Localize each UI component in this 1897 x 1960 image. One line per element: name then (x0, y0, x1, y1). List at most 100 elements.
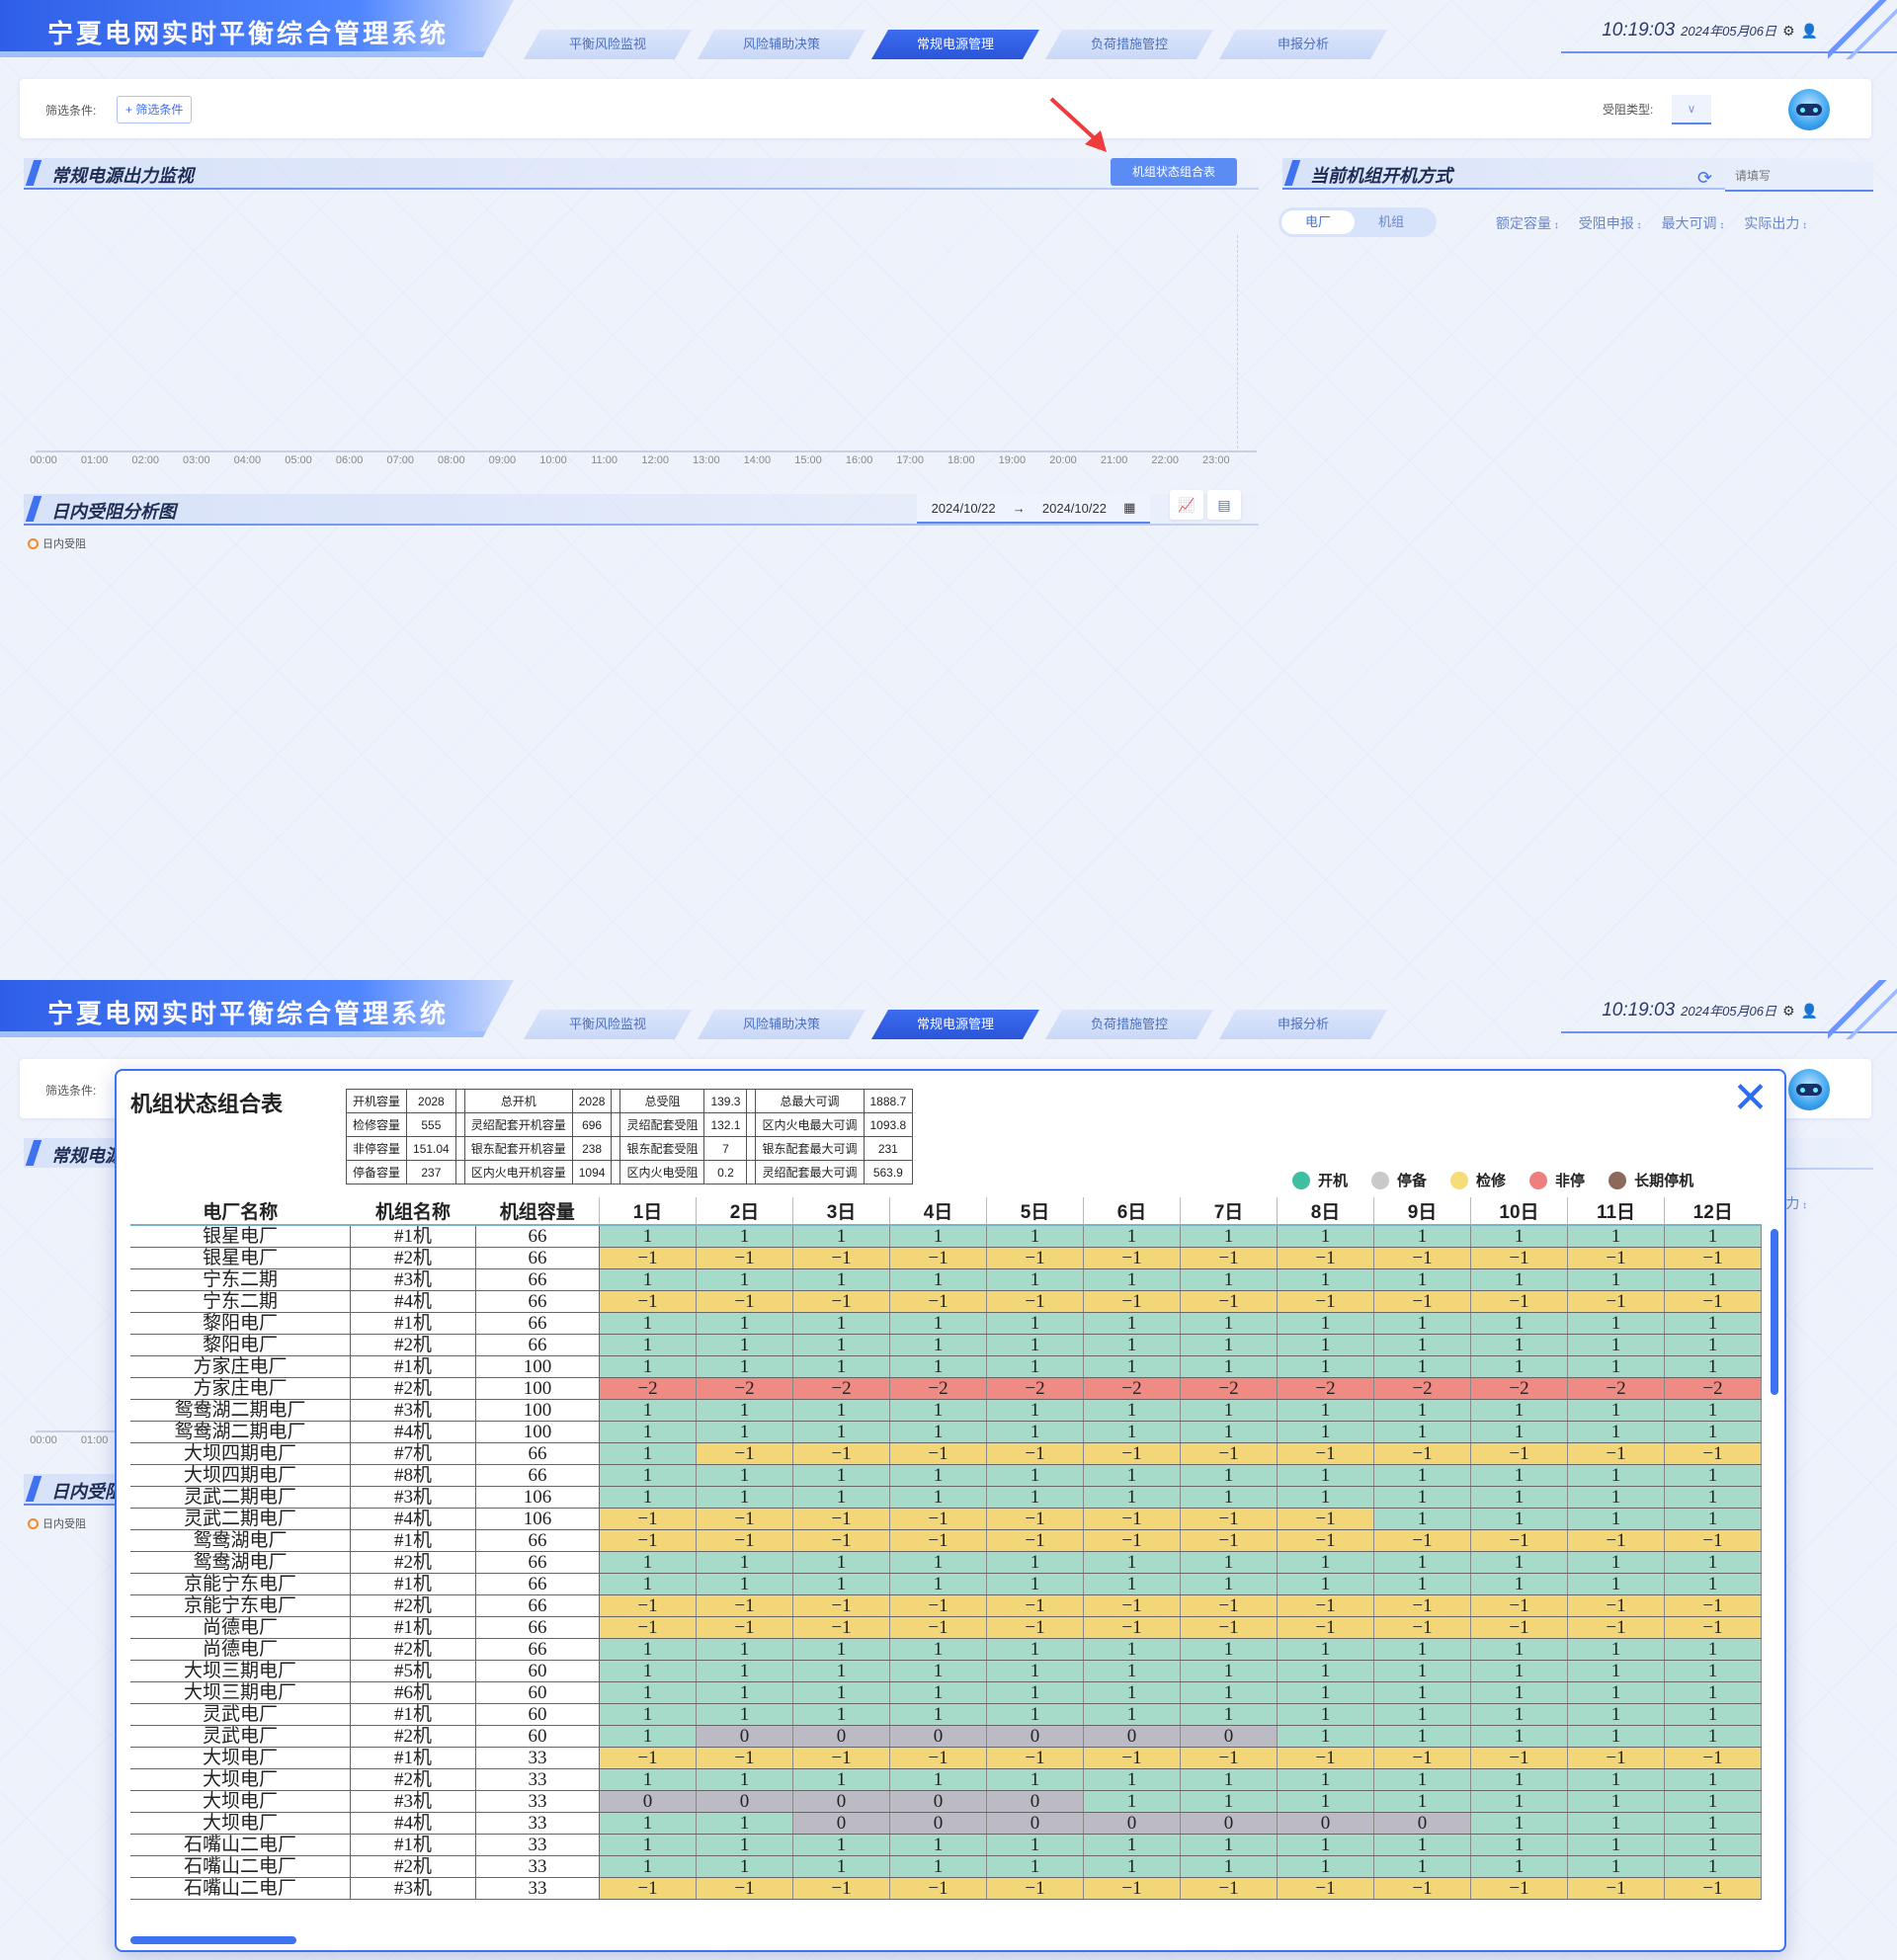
status-cell[interactable]: −1 (792, 1247, 890, 1269)
table-row[interactable]: 大坝四期电厂 #7机 66 1 −1 −1 −1 −1 −1 −1 −1 −1 −1 −1 −1 (130, 1442, 1762, 1465)
status-cell[interactable]: 1 (889, 1421, 987, 1443)
status-cell[interactable]: 1 (1373, 1334, 1471, 1356)
status-cell[interactable]: 1 (1373, 1660, 1471, 1682)
status-cell[interactable]: 1 (1083, 1573, 1181, 1595)
status-cell[interactable]: 1 (1470, 1355, 1568, 1378)
status-cell[interactable]: 1 (1470, 1225, 1568, 1248)
status-cell[interactable]: 1 (1567, 1660, 1665, 1682)
status-cell[interactable]: −1 (889, 1290, 987, 1313)
status-cell[interactable]: 1 (1567, 1508, 1665, 1530)
status-cell[interactable]: 1 (1180, 1573, 1278, 1595)
status-cell[interactable]: 1 (1083, 1638, 1181, 1661)
status-cell[interactable]: −1 (696, 1290, 793, 1313)
status-cell[interactable]: −2 (1470, 1377, 1568, 1400)
status-cell[interactable]: 1 (1180, 1486, 1278, 1509)
status-cell[interactable]: 1 (1567, 1790, 1665, 1813)
column-header[interactable]: 1日 (599, 1197, 697, 1226)
status-cell[interactable]: 1 (1664, 1660, 1762, 1682)
status-cell[interactable]: −2 (599, 1377, 697, 1400)
status-cell[interactable]: 1 (599, 1725, 697, 1748)
status-cell[interactable]: 0 (792, 1725, 890, 1748)
status-cell[interactable]: 1 (1083, 1790, 1181, 1813)
status-cell[interactable]: −2 (1083, 1377, 1181, 1400)
table-row[interactable]: 大坝三期电厂 #6机 60 1 1 1 1 1 1 1 1 1 1 1 1 (130, 1681, 1762, 1704)
table-row[interactable]: 大坝电厂 #2机 33 1 1 1 1 1 1 1 1 1 1 1 1 (130, 1768, 1762, 1791)
status-cell[interactable]: 1 (792, 1551, 890, 1574)
status-cell[interactable]: 1 (1277, 1660, 1374, 1682)
status-cell[interactable]: 1 (696, 1660, 793, 1682)
tab-risk-decision[interactable]: 风险辅助决策 (698, 30, 866, 59)
status-cell[interactable]: 1 (792, 1312, 890, 1335)
status-cell[interactable]: 1 (792, 1681, 890, 1704)
status-cell[interactable]: 1 (1083, 1421, 1181, 1443)
status-cell[interactable]: 1 (1083, 1551, 1181, 1574)
status-cell[interactable]: 1 (1083, 1768, 1181, 1791)
column-header[interactable]: 12日 (1664, 1197, 1762, 1226)
status-cell[interactable]: −2 (1373, 1377, 1471, 1400)
status-cell[interactable]: 1 (1567, 1268, 1665, 1291)
status-cell[interactable]: 1 (792, 1334, 890, 1356)
status-cell[interactable]: 1 (1277, 1703, 1374, 1726)
status-cell[interactable]: 1 (1083, 1268, 1181, 1291)
tab-declaration-analysis[interactable]: 申报分析 (1219, 1010, 1387, 1039)
status-cell[interactable]: 1 (1567, 1834, 1665, 1856)
unit-status-combo-button[interactable]: 机组状态组合表 (1111, 158, 1237, 186)
status-cell[interactable]: 1 (696, 1812, 793, 1835)
status-cell[interactable]: 1 (696, 1312, 793, 1335)
status-cell[interactable]: −1 (1083, 1747, 1181, 1769)
table-row[interactable]: 灵武二期电厂 #3机 106 1 1 1 1 1 1 1 1 1 1 1 1 (130, 1486, 1762, 1509)
status-cell[interactable]: 1 (1470, 1334, 1568, 1356)
status-cell[interactable]: −1 (792, 1594, 890, 1617)
status-cell[interactable]: 1 (696, 1268, 793, 1291)
status-cell[interactable]: 1 (599, 1312, 697, 1335)
table-row[interactable]: 尚德电厂 #2机 66 1 1 1 1 1 1 1 1 1 1 1 1 (130, 1638, 1762, 1661)
status-cell[interactable]: 0 (1083, 1725, 1181, 1748)
status-cell[interactable]: 1 (889, 1681, 987, 1704)
status-cell[interactable]: −1 (599, 1290, 697, 1313)
status-cell[interactable]: −2 (792, 1377, 890, 1400)
status-cell[interactable]: −1 (696, 1529, 793, 1552)
table-row[interactable]: 方家庄电厂 #2机 100 −2 −2 −2 −2 −2 −2 −2 −2 −2 −2 −2 −2 (130, 1377, 1762, 1400)
status-cell[interactable]: 1 (1470, 1703, 1568, 1726)
status-cell[interactable]: −1 (889, 1442, 987, 1465)
status-cell[interactable]: −1 (696, 1508, 793, 1530)
status-cell[interactable]: 1 (1373, 1855, 1471, 1878)
status-cell[interactable]: 1 (1470, 1638, 1568, 1661)
status-cell[interactable]: 1 (696, 1681, 793, 1704)
table-row[interactable]: 大坝电厂 #4机 33 1 1 0 0 0 0 0 0 0 1 1 1 (130, 1812, 1762, 1835)
status-cell[interactable]: 1 (1470, 1573, 1568, 1595)
status-cell[interactable]: −1 (986, 1247, 1084, 1269)
status-cell[interactable]: −1 (889, 1529, 987, 1552)
status-cell[interactable]: 1 (889, 1703, 987, 1726)
tab-conventional-power[interactable]: 常规电源管理 (871, 30, 1039, 59)
status-cell[interactable]: 1 (599, 1703, 697, 1726)
status-cell[interactable]: 1 (986, 1225, 1084, 1248)
status-cell[interactable]: 1 (889, 1399, 987, 1422)
status-cell[interactable]: 1 (792, 1464, 890, 1487)
add-filter-button[interactable]: + 筛选条件 (117, 96, 193, 123)
status-cell[interactable]: 0 (889, 1725, 987, 1748)
status-cell[interactable]: 1 (1664, 1355, 1762, 1378)
status-cell[interactable]: −1 (986, 1529, 1084, 1552)
status-cell[interactable]: 1 (1567, 1421, 1665, 1443)
status-cell[interactable]: −1 (599, 1747, 697, 1769)
status-cell[interactable]: 1 (1083, 1334, 1181, 1356)
status-cell[interactable]: 1 (986, 1638, 1084, 1661)
column-header[interactable]: 7日 (1180, 1197, 1278, 1226)
status-cell[interactable]: 1 (792, 1268, 890, 1291)
status-cell[interactable]: 1 (986, 1399, 1084, 1422)
horizontal-scrollbar[interactable] (130, 1936, 296, 1944)
status-cell[interactable]: 1 (599, 1812, 697, 1835)
column-header[interactable]: 机组名称 (350, 1197, 476, 1226)
column-header[interactable]: 11日 (1567, 1197, 1665, 1226)
status-cell[interactable]: 1 (1373, 1551, 1471, 1574)
status-cell[interactable]: −1 (599, 1529, 697, 1552)
status-cell[interactable]: 1 (1664, 1790, 1762, 1813)
status-cell[interactable]: −1 (599, 1508, 697, 1530)
status-cell[interactable]: −1 (1180, 1508, 1278, 1530)
status-cell[interactable]: 1 (1277, 1681, 1374, 1704)
status-cell[interactable]: 1 (792, 1225, 890, 1248)
status-cell[interactable]: 1 (889, 1486, 987, 1509)
status-cell[interactable]: 1 (1373, 1225, 1471, 1248)
status-cell[interactable]: 1 (599, 1355, 697, 1378)
